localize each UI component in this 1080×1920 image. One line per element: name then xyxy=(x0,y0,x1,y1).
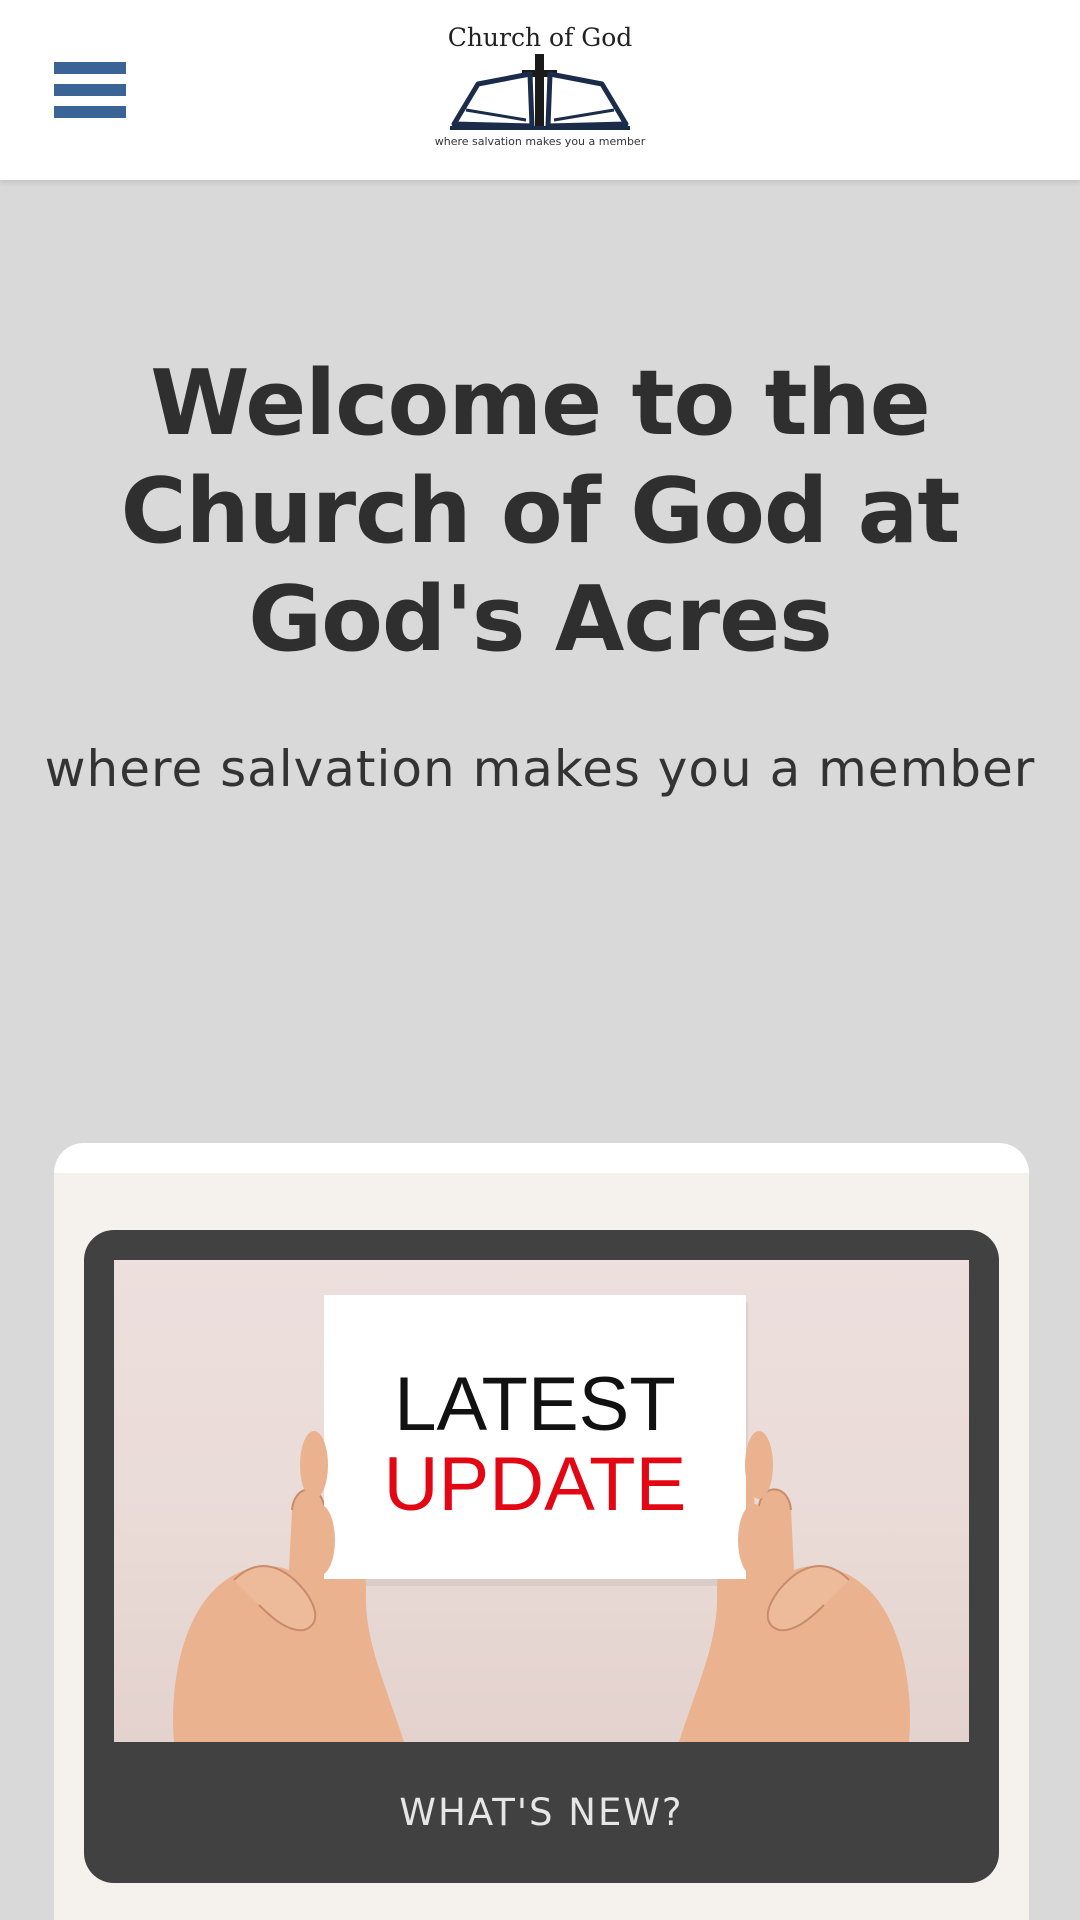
sign-line-update: UPDATE xyxy=(384,1442,687,1527)
latest-update-image[interactable]: LATEST UPDATE xyxy=(114,1260,969,1742)
cross-and-bible-icon xyxy=(450,54,630,130)
hands-holding-sign-illustration: LATEST UPDATE xyxy=(173,1295,910,1742)
content-section: LATEST UPDATE WHAT'S NEW? xyxy=(54,1143,1029,1920)
logo-tagline: where salvation makes you a member xyxy=(434,135,646,148)
church-logo[interactable]: Church of God where salvation makes you … xyxy=(430,22,650,162)
logo-title: Church of God xyxy=(447,23,633,52)
whats-new-card[interactable]: LATEST UPDATE WHAT'S NEW? xyxy=(84,1230,999,1883)
hamburger-menu-icon[interactable] xyxy=(54,62,126,118)
whats-new-label[interactable]: WHAT'S NEW? xyxy=(84,1742,999,1883)
sign-line-latest: LATEST xyxy=(394,1362,676,1447)
content-section-inner: LATEST UPDATE WHAT'S NEW? xyxy=(54,1173,1029,1920)
hero-subtitle: where salvation makes you a member xyxy=(44,740,1036,798)
site-header: Church of God where salvation makes you … xyxy=(0,0,1080,180)
hero-title: Welcome to the Church of God at God's Ac… xyxy=(120,351,961,672)
